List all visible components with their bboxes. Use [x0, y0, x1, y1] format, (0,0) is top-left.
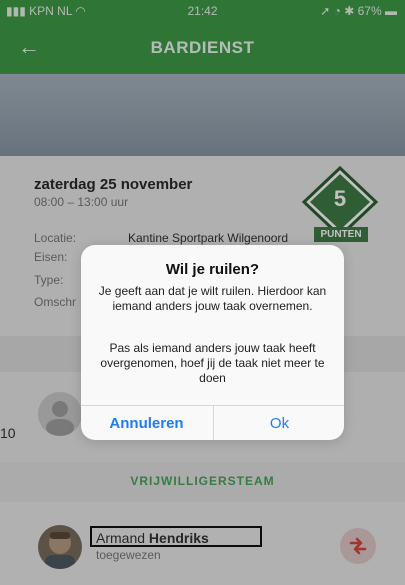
cancel-button[interactable]: Annuleren: [81, 406, 212, 440]
dialog-buttons: Annuleren Ok: [81, 405, 344, 440]
swap-confirm-dialog: Wil je ruilen? Je geeft aan dat je wilt …: [81, 245, 344, 440]
dialog-message-1: Je geeft aan dat je wilt ruilen. Hierdoo…: [98, 284, 327, 313]
ok-button[interactable]: Ok: [213, 406, 344, 440]
dialog-title: Wil je ruilen?: [165, 261, 260, 278]
dialog-message-2: Pas als iemand anders jouw taak heeft ov…: [100, 341, 325, 385]
